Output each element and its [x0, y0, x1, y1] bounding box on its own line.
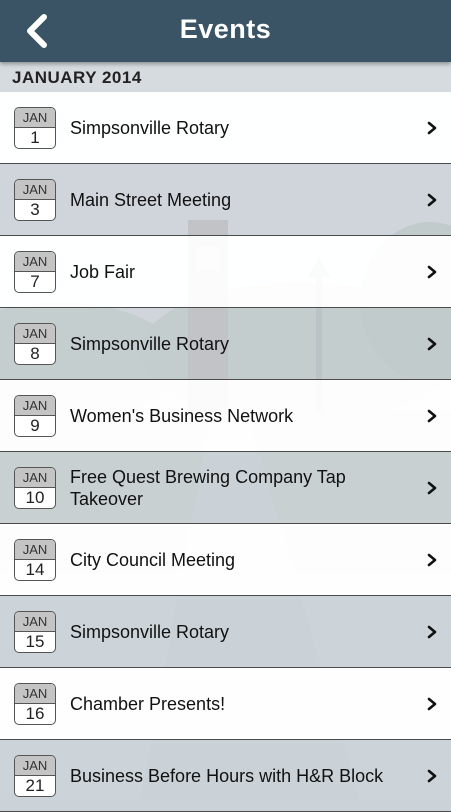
- event-title: Simpsonville Rotary: [70, 117, 230, 138]
- event-month: JAN: [15, 108, 55, 128]
- event-day: 14: [25, 560, 45, 579]
- calendar-date-icon: JAN 16: [14, 683, 56, 725]
- event-month: JAN: [15, 540, 55, 560]
- event-title: Simpsonville Rotary: [70, 333, 230, 354]
- event-day: 7: [30, 272, 40, 291]
- calendar-date-icon: JAN 14: [14, 539, 56, 581]
- event-row[interactable]: JAN 21 Business Before Hours with H&R Bl…: [0, 740, 451, 812]
- chevron-right-icon: [427, 265, 437, 279]
- event-title: Chamber Presents!: [70, 693, 226, 714]
- event-month: JAN: [15, 612, 55, 632]
- calendar-date-icon: JAN 9: [14, 395, 56, 437]
- event-row[interactable]: JAN 1 Simpsonville Rotary: [0, 92, 451, 164]
- event-month: JAN: [15, 252, 55, 272]
- chevron-right-icon: [427, 481, 437, 495]
- event-month: JAN: [15, 324, 55, 344]
- event-row[interactable]: JAN 10 Free Quest Brewing Company Tap Ta…: [0, 452, 451, 524]
- event-day: 21: [25, 776, 45, 795]
- event-title: Women's Business Network: [70, 405, 294, 426]
- event-row[interactable]: JAN 7 Job Fair: [0, 236, 451, 308]
- event-title: Free Quest Brewing Company Tap Takeover: [70, 466, 346, 509]
- event-row[interactable]: JAN 9 Women's Business Network: [0, 380, 451, 452]
- event-day: 9: [30, 416, 40, 435]
- chevron-right-icon: [427, 697, 437, 711]
- month-label: JANUARY 2014: [12, 68, 142, 87]
- event-row[interactable]: JAN 14 City Council Meeting: [0, 524, 451, 596]
- chevron-right-icon: [427, 193, 437, 207]
- month-section-header: JANUARY 2014: [0, 62, 451, 93]
- app-header: Events: [0, 0, 451, 62]
- event-row[interactable]: JAN 3 Main Street Meeting: [0, 164, 451, 236]
- calendar-date-icon: JAN 10: [14, 467, 56, 509]
- event-row[interactable]: JAN 8 Simpsonville Rotary: [0, 308, 451, 380]
- event-day: 15: [25, 632, 45, 651]
- event-title: Simpsonville Rotary: [70, 621, 230, 642]
- events-list: JAN 1 Simpsonville Rotary JAN 3 Main Str…: [0, 92, 451, 812]
- event-month: JAN: [15, 396, 55, 416]
- chevron-right-icon: [427, 121, 437, 135]
- event-month: JAN: [15, 756, 55, 776]
- event-day: 1: [30, 128, 40, 147]
- event-day: 8: [30, 344, 40, 363]
- event-month: JAN: [15, 180, 55, 200]
- event-day: 10: [25, 488, 45, 507]
- calendar-date-icon: JAN 8: [14, 323, 56, 365]
- event-month: JAN: [15, 684, 55, 704]
- calendar-date-icon: JAN 1: [14, 107, 56, 149]
- event-title: City Council Meeting: [70, 549, 236, 570]
- event-title: Business Before Hours with H&R Block: [70, 765, 384, 786]
- chevron-right-icon: [427, 625, 437, 639]
- calendar-date-icon: JAN 7: [14, 251, 56, 293]
- calendar-date-icon: JAN 3: [14, 179, 56, 221]
- event-day: 16: [25, 704, 45, 723]
- event-title: Main Street Meeting: [70, 189, 232, 210]
- chevron-right-icon: [427, 409, 437, 423]
- calendar-date-icon: JAN 21: [14, 755, 56, 797]
- chevron-right-icon: [427, 553, 437, 567]
- event-row[interactable]: JAN 16 Chamber Presents!: [0, 668, 451, 740]
- chevron-right-icon: [427, 337, 437, 351]
- event-title: Job Fair: [70, 261, 136, 282]
- event-month: JAN: [15, 468, 55, 488]
- page-title: Events: [179, 14, 272, 44]
- chevron-right-icon: [427, 769, 437, 783]
- event-day: 3: [30, 200, 40, 219]
- event-row[interactable]: JAN 15 Simpsonville Rotary: [0, 596, 451, 668]
- calendar-date-icon: JAN 15: [14, 611, 56, 653]
